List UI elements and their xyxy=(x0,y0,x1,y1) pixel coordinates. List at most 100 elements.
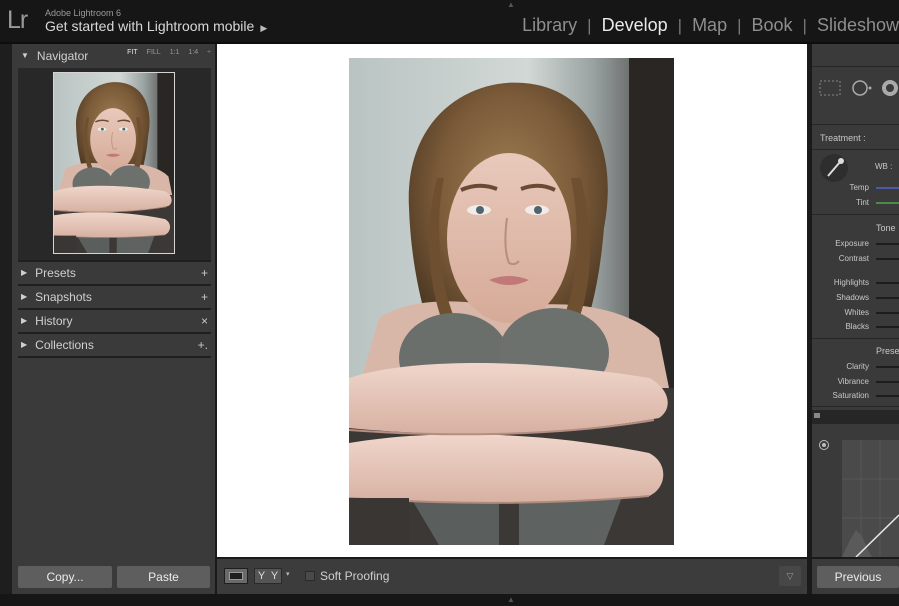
right-panel: Treatment : WB : Temp Tint Tone Exposure… xyxy=(812,44,899,557)
right-panel-footer: Previous xyxy=(812,559,899,594)
mobile-prompt-label[interactable]: Get started with Lightroom mobile xyxy=(45,18,254,34)
module-map[interactable]: Map xyxy=(682,15,737,36)
whites-label: Whites xyxy=(844,308,869,317)
expand-triangle-icon[interactable]: ▶ xyxy=(21,268,27,277)
clarity-slider[interactable] xyxy=(876,366,899,368)
soft-proofing-label[interactable]: Soft Proofing xyxy=(320,569,389,583)
play-icon[interactable]: ▶ xyxy=(260,23,267,33)
snapshots-label: Snapshots xyxy=(35,289,92,304)
left-panel: ▼ Navigator FIT FILL 1:1 1:4 ÷ ▶ Presets… xyxy=(12,44,215,594)
history-header[interactable]: ▶ History × xyxy=(12,309,215,332)
panel-divider xyxy=(18,356,211,358)
zoom-1-4[interactable]: 1:4 xyxy=(188,49,198,56)
highlights-slider[interactable] xyxy=(876,282,899,284)
loupe-view-button[interactable] xyxy=(224,568,248,584)
panel-divider xyxy=(812,124,899,125)
spot-removal-icon[interactable] xyxy=(852,80,872,96)
panel-divider xyxy=(812,338,899,339)
clarity-label: Clarity xyxy=(846,362,869,371)
shadows-slider[interactable] xyxy=(876,297,899,299)
before-after-y1: Y xyxy=(257,570,266,582)
history-label: History xyxy=(35,313,73,328)
copy-button[interactable]: Copy... xyxy=(18,566,112,588)
navigator-header[interactable]: ▼ Navigator FIT FILL 1:1 1:4 ÷ xyxy=(12,44,215,67)
scroll-handle[interactable] xyxy=(814,413,820,418)
whites-slider[interactable] xyxy=(876,312,899,314)
navigator-zoom-options: FIT FILL 1:1 1:4 ÷ xyxy=(127,49,211,56)
tint-slider[interactable] xyxy=(876,202,899,204)
before-after-button[interactable]: Y Y xyxy=(254,568,282,584)
vibrance-slider[interactable] xyxy=(876,381,899,383)
module-library[interactable]: Library xyxy=(512,15,587,36)
presets-header[interactable]: ▶ Presets + xyxy=(12,261,215,284)
top-bar: Lr Adobe Lightroom 6 Get started with Li… xyxy=(0,0,899,44)
contrast-slider[interactable] xyxy=(876,258,899,260)
before-after-y2: Y xyxy=(270,570,279,582)
vibrance-label: Vibrance xyxy=(837,377,869,386)
navigator-thumbnail[interactable] xyxy=(53,72,175,254)
zoom-fill[interactable]: FILL xyxy=(147,49,161,56)
add-preset-icon[interactable]: + xyxy=(201,266,208,280)
collections-header[interactable]: ▶ Collections +. xyxy=(12,333,215,356)
develop-toolbar: Y Y ▾ Soft Proofing ▽ xyxy=(217,559,807,594)
tint-label: Tint xyxy=(855,198,869,207)
tone-label: Tone xyxy=(876,223,896,233)
module-develop[interactable]: Develop xyxy=(592,15,678,36)
target-adjust-icon[interactable] xyxy=(819,440,829,450)
collections-label: Collections xyxy=(35,337,94,352)
bottom-strip: ▲ xyxy=(0,594,899,606)
add-snapshot-icon[interactable]: + xyxy=(201,290,208,304)
mobile-prompt[interactable]: Get started with Lightroom mobile ▶ xyxy=(45,18,267,34)
highlights-label: Highlights xyxy=(833,278,869,287)
temp-label: Temp xyxy=(849,183,869,192)
temp-slider[interactable] xyxy=(876,187,899,189)
blacks-label: Blacks xyxy=(845,322,869,331)
panel-divider xyxy=(812,214,899,215)
collapse-top-panel-icon[interactable]: ▲ xyxy=(507,0,515,9)
add-collection-icon[interactable]: +. xyxy=(198,338,208,352)
panel-divider xyxy=(812,149,899,150)
main-photo[interactable] xyxy=(349,58,674,545)
red-eye-icon[interactable] xyxy=(882,80,898,96)
module-book[interactable]: Book xyxy=(742,15,803,36)
presets-label: Presets xyxy=(35,265,76,280)
expand-triangle-icon[interactable]: ▶ xyxy=(21,340,27,349)
soft-proofing-checkbox[interactable] xyxy=(305,571,315,581)
saturation-slider[interactable] xyxy=(876,395,899,397)
collapse-triangle-icon[interactable]: ▼ xyxy=(21,51,29,60)
shadows-label: Shadows xyxy=(836,293,869,302)
exposure-label: Exposure xyxy=(835,239,869,248)
presence-label: Prese xyxy=(876,346,899,356)
module-slideshow[interactable]: Slideshow xyxy=(807,15,899,36)
tone-curve-graph[interactable] xyxy=(842,440,899,557)
panel-divider xyxy=(812,66,899,67)
zoom-1-1[interactable]: 1:1 xyxy=(170,49,180,56)
crop-grid-icon[interactable] xyxy=(819,80,841,96)
lightroom-logo: Lr xyxy=(7,6,28,34)
loupe-icon xyxy=(229,572,243,580)
zoom-menu[interactable]: ÷ xyxy=(207,49,211,56)
panel-end-marker xyxy=(812,410,899,424)
toolbar-options-icon[interactable]: ▽ xyxy=(779,566,801,586)
expand-triangle-icon[interactable]: ▶ xyxy=(21,316,27,325)
navigator-title: Navigator xyxy=(36,48,89,63)
expand-triangle-icon[interactable]: ▶ xyxy=(21,292,27,301)
app-version: Adobe Lightroom 6 xyxy=(45,8,122,18)
panel-divider xyxy=(812,406,899,407)
zoom-fit[interactable]: FIT xyxy=(127,49,138,56)
blacks-slider[interactable] xyxy=(876,326,899,328)
module-picker: Library | Develop | Map | Book | Slidesh… xyxy=(512,15,899,36)
before-after-dropdown-icon[interactable]: ▾ xyxy=(286,570,290,578)
exposure-slider[interactable] xyxy=(876,243,899,245)
wb-label: WB : xyxy=(875,162,893,171)
left-edge xyxy=(0,44,12,594)
left-panel-footer: Copy... Paste xyxy=(12,559,215,594)
collapse-filmstrip-icon[interactable]: ▲ xyxy=(507,595,515,604)
paste-button[interactable]: Paste xyxy=(117,566,210,588)
treatment-label: Treatment : xyxy=(820,133,866,143)
clear-history-icon[interactable]: × xyxy=(201,314,208,328)
loupe-canvas[interactable] xyxy=(217,44,807,557)
previous-button[interactable]: Previous xyxy=(817,566,899,588)
wb-eyedropper-icon[interactable] xyxy=(820,154,848,182)
snapshots-header[interactable]: ▶ Snapshots + xyxy=(12,285,215,308)
